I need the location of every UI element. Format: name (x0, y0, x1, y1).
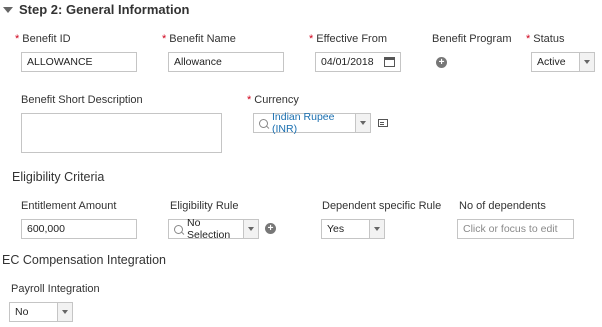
entitlement-amount-label: Entitlement Amount (21, 200, 117, 212)
dropdown-arrow-icon[interactable] (369, 220, 384, 238)
section-title: Step 2: General Information (19, 2, 190, 17)
no-of-dependents-input[interactable]: Click or focus to edit (457, 219, 574, 239)
search-icon (259, 118, 268, 128)
ec-compensation-heading: EC Compensation Integration (2, 253, 166, 267)
section-header[interactable]: Step 2: General Information (3, 2, 189, 17)
short-description-label: Benefit Short Description (21, 94, 143, 106)
dropdown-arrow-icon[interactable] (243, 220, 258, 238)
currency-select[interactable]: Indian Rupee (INR) (253, 111, 371, 135)
add-benefit-program-icon[interactable]: + (436, 57, 447, 68)
effective-from-label: * Effective From (309, 33, 387, 45)
status-label: * Status (526, 33, 565, 45)
eligibility-rule-label: Eligibility Rule (170, 200, 239, 212)
required-marker: * (15, 33, 20, 45)
details-card-icon[interactable] (378, 119, 388, 127)
entitlement-amount-input[interactable]: 600,000 (21, 219, 137, 239)
dropdown-arrow-icon[interactable] (57, 303, 72, 321)
benefit-name-input[interactable]: Allowance (168, 52, 284, 72)
effective-from-input[interactable]: 04/01/2018 (315, 52, 401, 72)
no-of-dependents-label: No of dependents (459, 200, 546, 212)
required-marker: * (526, 33, 531, 45)
short-description-textarea[interactable] (21, 113, 222, 153)
required-marker: * (247, 94, 252, 106)
dropdown-arrow-icon[interactable] (355, 114, 370, 132)
required-marker: * (309, 33, 314, 45)
currency-label: * Currency (247, 94, 299, 106)
dropdown-arrow-icon[interactable] (579, 53, 594, 71)
calendar-icon[interactable] (384, 57, 395, 67)
benefit-id-input[interactable]: ALLOWANCE (21, 52, 137, 72)
payroll-integration-select[interactable]: No (9, 302, 73, 322)
search-icon (174, 224, 183, 234)
status-select[interactable]: Active (531, 52, 595, 72)
payroll-integration-label: Payroll Integration (11, 283, 100, 295)
eligibility-rule-select[interactable]: No Selection (168, 217, 259, 241)
benefit-id-label: * Benefit ID (15, 33, 71, 45)
dependent-rule-label: Dependent specific Rule (322, 200, 442, 212)
add-eligibility-rule-icon[interactable]: + (265, 223, 276, 234)
required-marker: * (162, 33, 167, 45)
dependent-rule-select[interactable]: Yes (321, 219, 385, 239)
collapse-triangle-icon[interactable] (3, 7, 13, 13)
benefit-program-label: Benefit Program (432, 33, 512, 45)
eligibility-criteria-heading: Eligibility Criteria (12, 170, 105, 184)
benefit-name-label: * Benefit Name (162, 33, 236, 45)
